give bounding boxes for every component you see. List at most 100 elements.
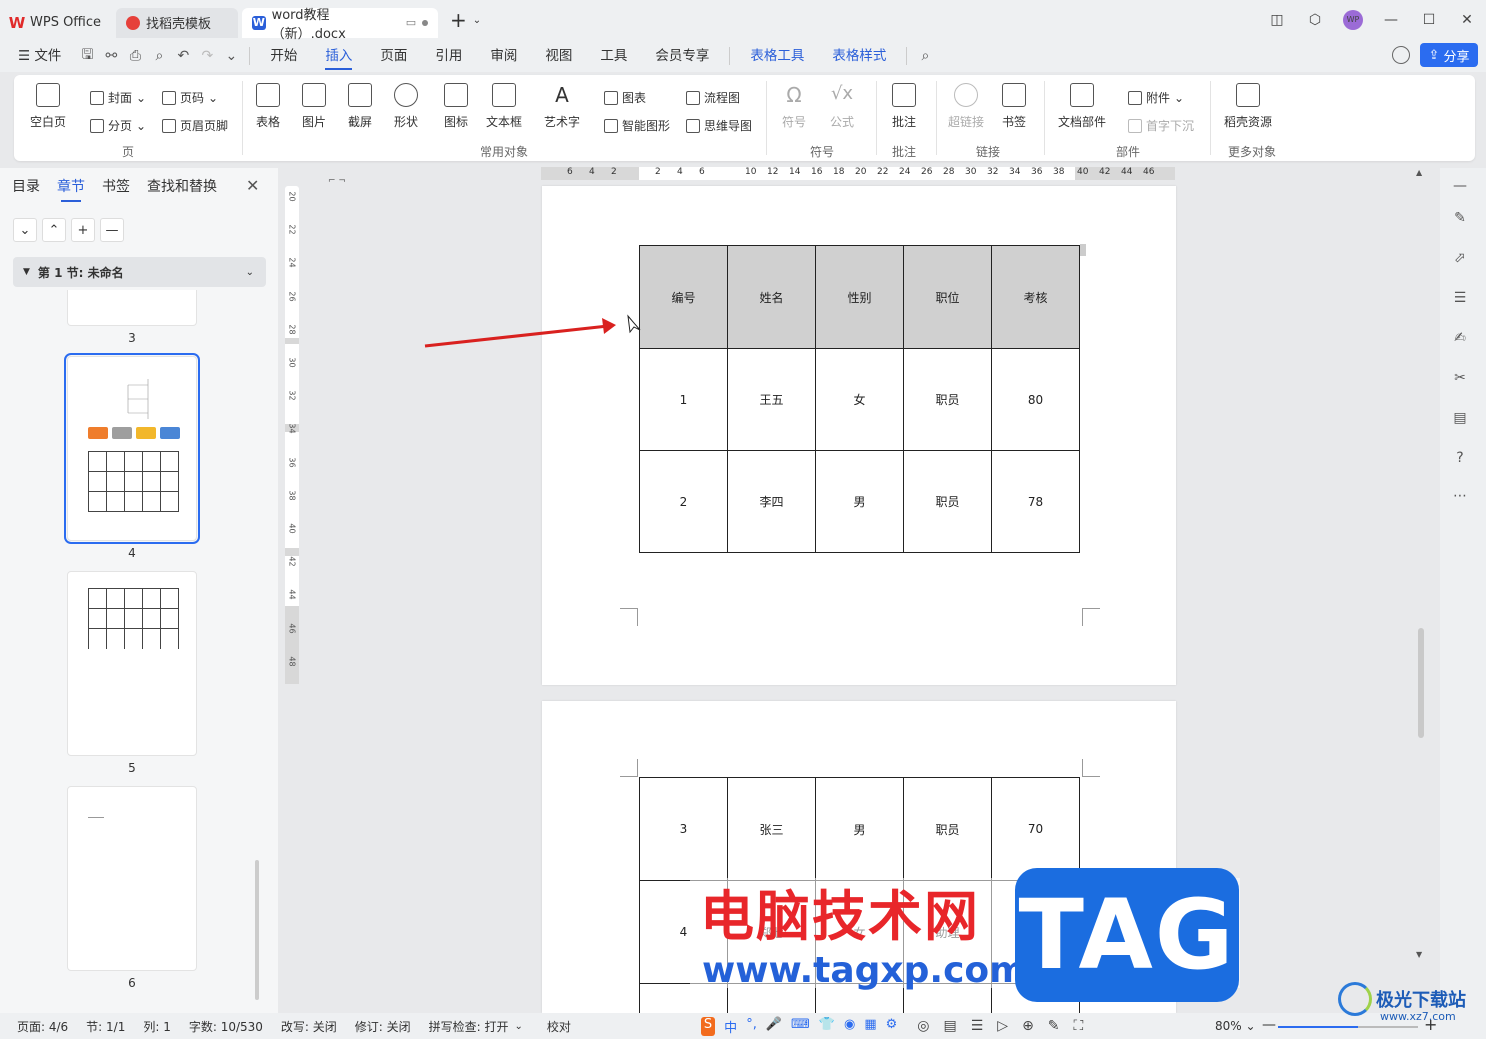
- tab-chapters[interactable]: 章节: [57, 176, 85, 202]
- menu-table-style[interactable]: 表格样式: [818, 40, 900, 72]
- table-cell[interactable]: 李四: [727, 450, 816, 553]
- tab-toc[interactable]: 目录: [12, 176, 40, 200]
- play-icon[interactable]: ▷: [997, 1018, 1008, 1034]
- table-cell[interactable]: 70: [991, 777, 1080, 881]
- resources-button[interactable]: 稻壳资源: [1224, 83, 1272, 130]
- add-section-button[interactable]: +: [71, 218, 95, 242]
- table-cell[interactable]: 男: [815, 450, 904, 553]
- sogou-ime-icon[interactable]: S: [700, 1016, 716, 1036]
- collapse-icon[interactable]: —: [1451, 178, 1469, 196]
- icon-button[interactable]: 图标: [444, 83, 468, 130]
- help-icon[interactable]: ?: [1451, 450, 1469, 468]
- game-icon[interactable]: ◉: [844, 1017, 855, 1036]
- picture-button[interactable]: 图片: [302, 83, 326, 130]
- zoom-slider[interactable]: [1278, 1026, 1418, 1028]
- fit-screen-icon[interactable]: ⛶: [1074, 1018, 1084, 1034]
- page-thumbnail[interactable]: [67, 290, 197, 326]
- header-cell[interactable]: 性别: [815, 245, 904, 349]
- scroll-up-icon[interactable]: ▲: [1416, 168, 1422, 177]
- menu-insert[interactable]: 插入: [311, 40, 366, 72]
- wordart-button[interactable]: A 艺术字: [544, 83, 580, 130]
- table-cell[interactable]: 3: [639, 777, 728, 881]
- book-icon[interactable]: ▤: [1451, 410, 1469, 428]
- table-cell[interactable]: 张三: [727, 777, 816, 881]
- status-spellcheck[interactable]: 拼写检查: 打开: [429, 1018, 509, 1035]
- document-scrollbar[interactable]: [1418, 628, 1424, 738]
- table-cell[interactable]: 女: [815, 348, 904, 451]
- page-thumbnail[interactable]: [67, 571, 197, 756]
- close-button[interactable]: ✕: [1448, 12, 1486, 28]
- file-menu[interactable]: ☰ 文件: [0, 40, 75, 72]
- zoom-level[interactable]: 80% ⌄: [1215, 1019, 1256, 1033]
- menu-review[interactable]: 审阅: [476, 40, 531, 72]
- status-track-changes[interactable]: 修订: 关闭: [355, 1018, 411, 1035]
- status-proofread[interactable]: 校对: [547, 1018, 571, 1035]
- ime-chinese-icon[interactable]: 中: [724, 1017, 737, 1036]
- symbol-button[interactable]: Ω 符号: [782, 83, 806, 130]
- header-cell[interactable]: 职位: [903, 245, 992, 349]
- mindmap-button[interactable]: 思维导图: [686, 117, 752, 134]
- smartart-button[interactable]: 智能图形: [604, 117, 670, 134]
- textbox-button[interactable]: 文本框: [486, 83, 522, 130]
- table-cell[interactable]: 王五: [727, 348, 816, 451]
- tools-icon[interactable]: ✂: [1451, 370, 1469, 388]
- chat-icon[interactable]: [1392, 46, 1410, 64]
- table-cell[interactable]: 职员: [903, 450, 992, 553]
- cover-button[interactable]: 封面 ⌄: [90, 89, 146, 106]
- attachment-button[interactable]: 附件 ⌄: [1128, 89, 1184, 106]
- remove-section-button[interactable]: —: [100, 218, 124, 242]
- bookmark-button[interactable]: 书签: [1002, 83, 1026, 130]
- maximize-button[interactable]: ☐: [1410, 12, 1448, 28]
- formula-button[interactable]: √x 公式: [830, 83, 854, 130]
- shape-button[interactable]: 形状: [394, 83, 418, 130]
- chevron-down-icon[interactable]: ⌄: [246, 267, 254, 278]
- edit-doc-icon[interactable]: ✍: [1451, 330, 1469, 348]
- ime-settings-icon[interactable]: ⚙: [886, 1017, 898, 1036]
- link-icon[interactable]: ⚯: [99, 48, 123, 64]
- more-icon[interactable]: ⋯: [1451, 488, 1469, 506]
- chart-button[interactable]: 图表: [604, 89, 646, 106]
- screenshot-button[interactable]: 截屏: [348, 83, 372, 130]
- eye-icon[interactable]: ◎: [917, 1018, 929, 1034]
- web-view-icon[interactable]: ⊕: [1022, 1018, 1034, 1034]
- page-number-button[interactable]: 页码 ⌄: [162, 89, 218, 106]
- more-chevron-icon[interactable]: ⌄: [219, 48, 243, 64]
- keyboard-icon[interactable]: ⌨: [791, 1017, 810, 1036]
- tab-find-replace[interactable]: 查找和替换: [147, 176, 217, 200]
- avatar[interactable]: WP: [1343, 10, 1363, 30]
- comment-button[interactable]: 批注: [892, 83, 916, 130]
- table-button[interactable]: 表格: [256, 83, 280, 130]
- menu-tools[interactable]: 工具: [586, 40, 641, 72]
- dropcap-button[interactable]: 首字下沉: [1128, 117, 1194, 134]
- status-overwrite[interactable]: 改写: 关闭: [281, 1018, 337, 1035]
- chevron-down-icon[interactable]: ⌄: [515, 1021, 523, 1032]
- close-icon[interactable]: ✕: [246, 176, 259, 195]
- menu-start[interactable]: 开始: [256, 40, 311, 72]
- ime-toolbar[interactable]: S 中 °, 🎤 ⌨ 👕 ◉ ▦ ⚙: [700, 1016, 898, 1036]
- layout-icon[interactable]: ◫: [1258, 12, 1296, 28]
- menu-table-tools[interactable]: 表格工具: [736, 40, 818, 72]
- table-cell[interactable]: 1: [639, 348, 728, 451]
- minimize-button[interactable]: —: [1372, 12, 1410, 28]
- header-cell[interactable]: 考核: [991, 245, 1080, 349]
- tab-document[interactable]: W word教程（新）.docx ▭: [242, 7, 438, 42]
- pen-icon[interactable]: ✎: [1451, 210, 1469, 228]
- page-thumbnail-selected[interactable]: [64, 353, 200, 544]
- print-preview-icon[interactable]: ⌕: [147, 48, 171, 64]
- print-icon[interactable]: ⎙: [123, 48, 147, 64]
- menu-view[interactable]: 视图: [531, 40, 586, 72]
- undo-icon[interactable]: ↶: [171, 48, 195, 64]
- settings-sliders-icon[interactable]: ☰: [1451, 290, 1469, 308]
- table-cell[interactable]: 职员: [903, 777, 992, 881]
- tab-wps-office[interactable]: W WPS Office: [0, 8, 112, 38]
- section-header[interactable]: ▼ 第 1 节: 未命名 ⌄: [13, 257, 266, 287]
- table-cell[interactable]: 男: [815, 777, 904, 881]
- page-break-button[interactable]: 分页 ⌄: [90, 117, 146, 134]
- menu-reference[interactable]: 引用: [421, 40, 476, 72]
- hyperlink-button[interactable]: 超链接: [948, 83, 984, 130]
- skin-icon[interactable]: 👕: [819, 1017, 835, 1036]
- cube-icon[interactable]: ⬡: [1296, 12, 1334, 28]
- menu-page[interactable]: 页面: [366, 40, 421, 72]
- panel-scrollbar[interactable]: [255, 860, 259, 1000]
- chevron-down-icon[interactable]: ⌄: [13, 218, 37, 242]
